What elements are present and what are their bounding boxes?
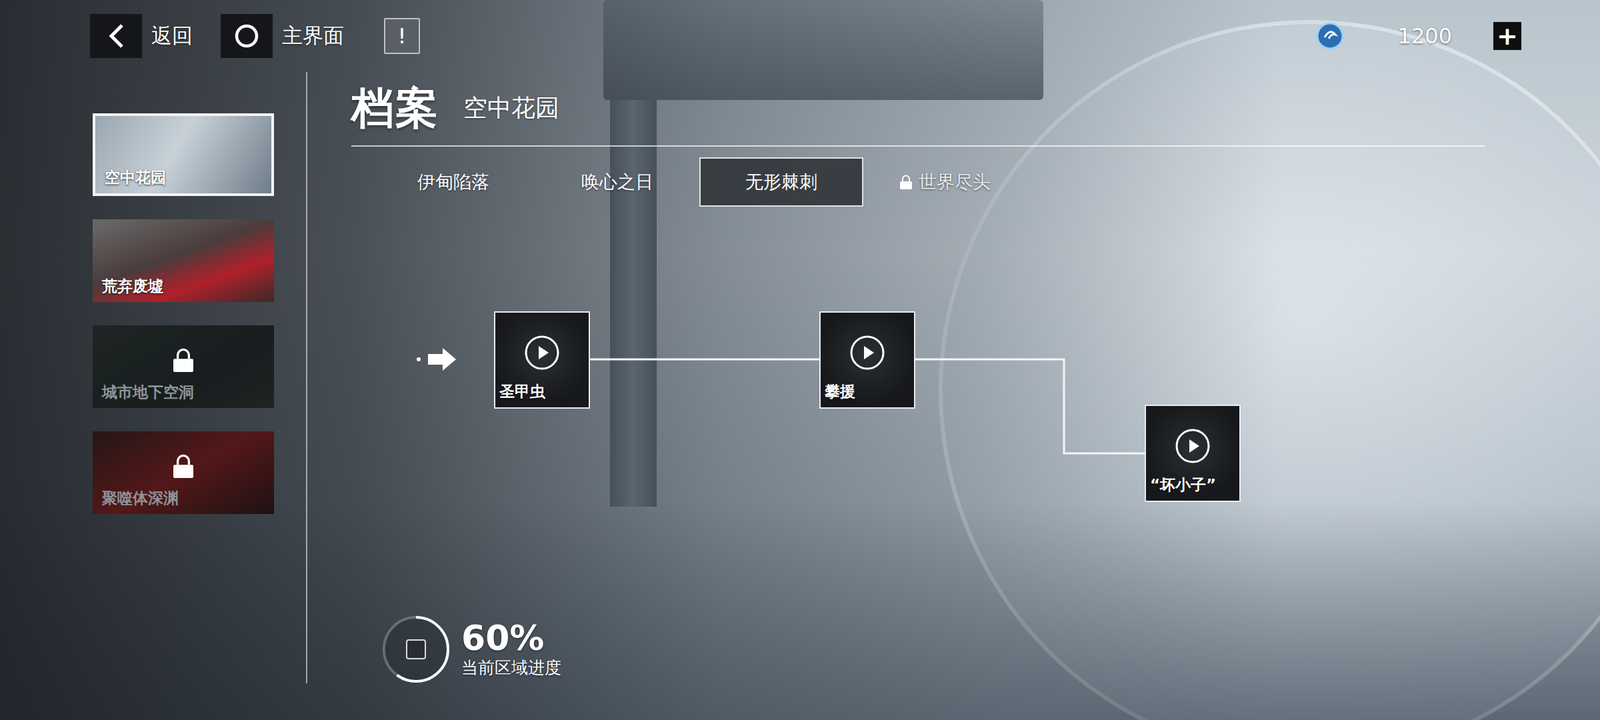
progress-text: 60%当前区域进度: [461, 620, 562, 679]
story-node-label[interactable]: 攀援: [824, 381, 856, 402]
area-progress: 60%当前区域进度: [380, 613, 562, 686]
area-card[interactable]: 荒弃废墟: [92, 219, 274, 302]
home-icon-box[interactable]: [220, 14, 273, 58]
story-node-label[interactable]: 圣甲虫: [499, 381, 546, 402]
chapter-tab[interactable]: 无形棘刺: [699, 157, 864, 207]
story-node-label[interactable]: “坏小子”: [1150, 474, 1216, 496]
area-label[interactable]: 空中花园: [104, 167, 166, 188]
area-card[interactable]: 聚噬体深渊: [92, 431, 274, 514]
chapter-tab-label[interactable]: 唤心之日: [581, 170, 654, 194]
title-rule: [351, 145, 1485, 147]
story-node[interactable]: 圣甲虫: [494, 311, 590, 409]
chapter-tabs: 伊甸陷落 唤心之日 无形棘刺 世界尽头: [351, 157, 1600, 207]
lock-icon: [900, 174, 912, 190]
tab-lock: [900, 174, 912, 190]
currency-area: 1200 +: [1315, 21, 1600, 51]
play-icon: [849, 334, 886, 371]
add-currency-button[interactable]: +: [1493, 22, 1522, 50]
lock-icon: [173, 348, 194, 372]
progress-ring-fill: [380, 613, 452, 686]
home-button[interactable]: 主界面: [220, 14, 344, 58]
back-button[interactable]: 返回: [90, 14, 193, 58]
area-label[interactable]: 荒弃废墟: [102, 276, 164, 297]
progress-label: 当前区域进度: [461, 656, 562, 679]
info-button[interactable]: !: [384, 18, 420, 54]
story-node[interactable]: 攀援: [819, 311, 916, 409]
area-subtitle: 空中花园: [463, 92, 560, 125]
page-title: 档案: [351, 79, 440, 138]
area-card[interactable]: 城市地下空洞: [92, 325, 274, 408]
chapter-tab[interactable]: 世界尽头: [863, 157, 1028, 207]
progress-ring-track: [380, 613, 452, 686]
area-sidebar: 空中花园荒弃废墟城市地下空洞聚噬体深渊: [0, 72, 306, 720]
area-label[interactable]: 城市地下空洞: [102, 382, 194, 403]
story-node[interactable]: “坏小子”: [1144, 404, 1241, 502]
chapter-tab-label[interactable]: 世界尽头: [918, 170, 991, 194]
main-area: 空中花园荒弃废墟城市地下空洞聚噬体深渊档案空中花园伊甸陷落唤心之日无形棘刺世界尽…: [0, 72, 1600, 720]
home-label[interactable]: 主界面: [282, 22, 344, 50]
chapter-tab[interactable]: 唤心之日: [535, 157, 700, 207]
coin-icon: [1315, 21, 1345, 51]
area-label[interactable]: 聚噬体深渊: [102, 488, 179, 509]
play-icon: [1174, 428, 1211, 464]
top-bar: 返回 主界面! 1200 +: [0, 0, 1600, 72]
progress-ring: [380, 613, 452, 686]
progress-percent: 60%: [461, 620, 562, 657]
title-row: 档案空中花园: [351, 72, 1600, 140]
currency-amount: 1200: [1398, 23, 1452, 49]
back-icon-box[interactable]: [90, 14, 142, 58]
lock-icon: [173, 454, 194, 478]
circle-home-icon: [233, 22, 260, 50]
area-card[interactable]: 空中花园: [92, 113, 274, 196]
chapter-tab[interactable]: 伊甸陷落: [371, 157, 536, 207]
chapter-tab-label[interactable]: 无形棘刺: [745, 170, 818, 194]
chapter-tab-label[interactable]: 伊甸陷落: [417, 170, 490, 194]
chevron-left-icon: [106, 22, 126, 50]
back-label[interactable]: 返回: [151, 22, 193, 50]
play-icon: [524, 334, 560, 371]
